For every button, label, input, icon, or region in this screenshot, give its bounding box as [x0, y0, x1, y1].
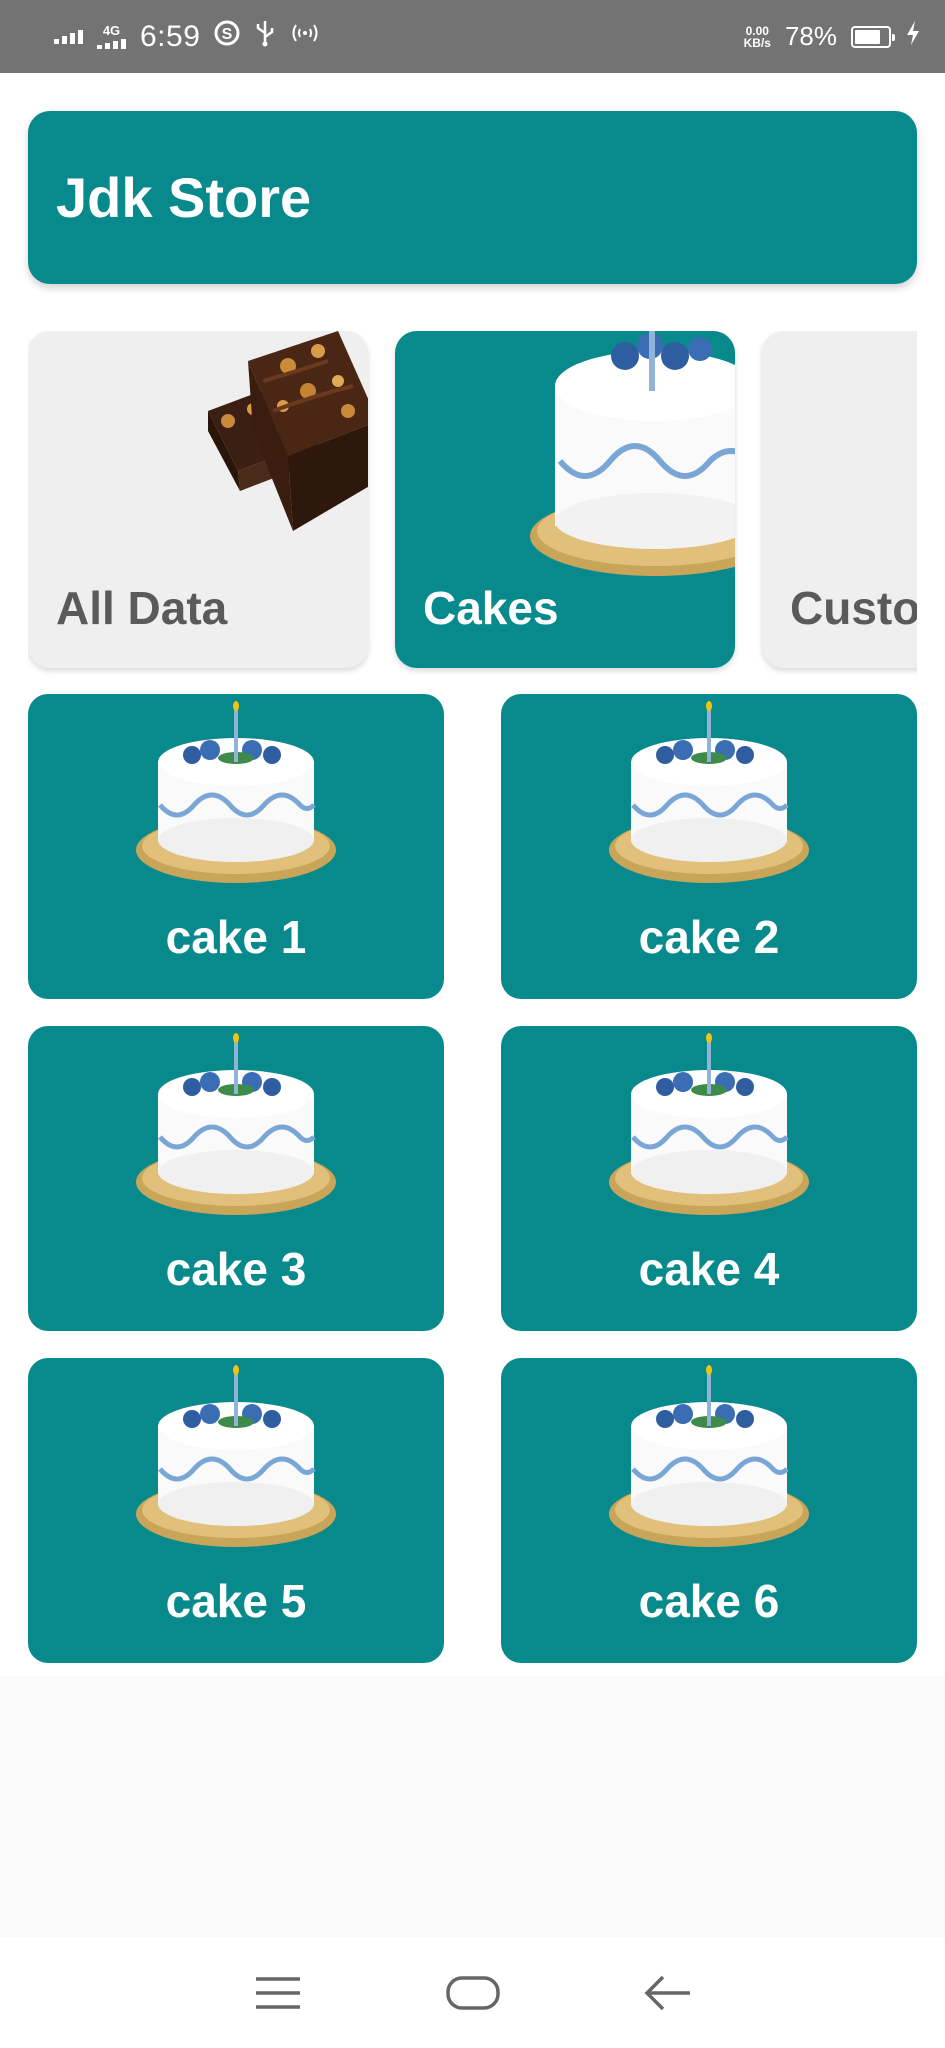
- product-title: cake 6: [638, 1575, 780, 1627]
- cake-image: [132, 1364, 340, 1564]
- back-icon[interactable]: [638, 1968, 698, 2018]
- hotspot-icon: [290, 21, 320, 52]
- network-type: 4G: [97, 24, 126, 49]
- app-content: Jdk Store All Data Cakes Custo cake 1 ca…: [0, 73, 945, 1676]
- cake-image: [605, 1032, 813, 1232]
- signal-strength-icon: [54, 29, 83, 44]
- category-label: Cakes: [423, 582, 559, 634]
- cake-image: [132, 700, 340, 900]
- category-custom[interactable]: Custo: [762, 331, 917, 668]
- app-title: Jdk Store: [56, 166, 312, 229]
- category-all-data[interactable]: All Data: [28, 331, 368, 668]
- charging-icon: [905, 20, 921, 53]
- usb-icon: [254, 19, 276, 54]
- skype-icon: S: [214, 20, 240, 53]
- cake-image: [132, 1032, 340, 1232]
- cake-image: [530, 331, 735, 576]
- menu-icon[interactable]: [248, 1968, 308, 2018]
- product-card[interactable]: cake 2: [501, 694, 917, 999]
- product-card[interactable]: cake 5: [28, 1358, 444, 1663]
- network-speed: 0.00 KB/s: [743, 23, 771, 50]
- battery-percent: 78%: [784, 21, 837, 51]
- cake-image: [605, 1364, 813, 1564]
- product-card[interactable]: cake 3: [28, 1026, 444, 1331]
- product-card[interactable]: cake 4: [501, 1026, 917, 1331]
- product-card[interactable]: cake 1: [28, 694, 444, 999]
- category-label: All Data: [56, 582, 228, 634]
- product-card[interactable]: cake 6: [501, 1358, 917, 1663]
- status-bar: 4G 6:59 S 0.00 KB/s 78%: [0, 0, 945, 73]
- app-header: Jdk Store: [28, 111, 917, 284]
- product-title: cake 1: [165, 911, 307, 963]
- category-label: Custo: [790, 582, 917, 634]
- system-nav-bar: [0, 1937, 945, 2048]
- clock: 6:59: [140, 19, 201, 53]
- home-icon[interactable]: [443, 1968, 503, 2018]
- category-list[interactable]: All Data Cakes Custo: [28, 331, 917, 676]
- product-title: cake 3: [165, 1243, 307, 1295]
- brownie-image: [208, 331, 368, 531]
- product-title: cake 4: [638, 1243, 780, 1295]
- product-title: cake 5: [165, 1575, 307, 1627]
- product-title: cake 2: [638, 911, 780, 963]
- svg-text:S: S: [222, 26, 233, 43]
- battery-icon: [851, 25, 895, 48]
- category-cakes[interactable]: Cakes: [395, 331, 735, 668]
- cake-image: [605, 700, 813, 900]
